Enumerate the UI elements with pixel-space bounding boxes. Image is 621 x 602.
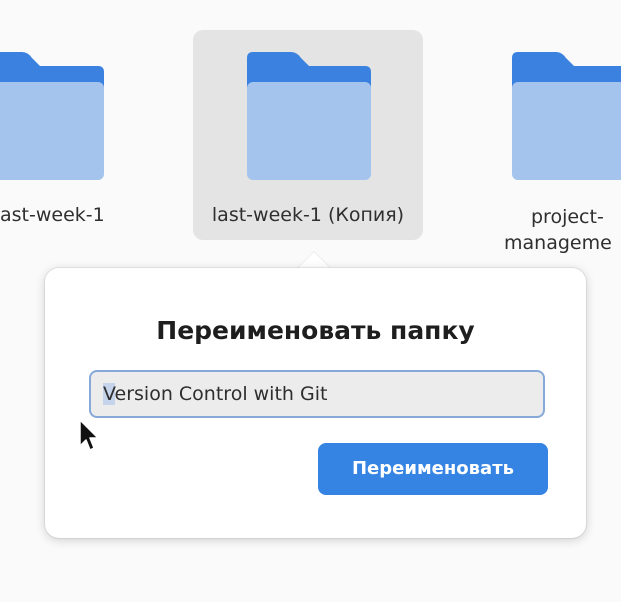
folder-item-project-management[interactable]: project- manageme	[490, 30, 621, 260]
folder-icon	[0, 52, 104, 180]
popover-title: Переименовать папку	[156, 316, 475, 345]
popover-arrow	[297, 252, 331, 269]
folder-name-input[interactable]: Version Control with Git	[89, 370, 545, 418]
rename-button[interactable]: Переименовать	[318, 443, 548, 495]
folder-icon	[247, 52, 371, 180]
selected-text: V	[103, 383, 115, 405]
folder-label: last-week-1 (Копия)	[211, 204, 405, 226]
rename-folder-popover: Переименовать папку Version Control with…	[45, 268, 586, 538]
folder-label-line-2: manageme	[504, 232, 612, 254]
folder-icon	[512, 52, 621, 180]
input-text: ersion Control with Git	[114, 383, 328, 405]
folder-item-last-week-1[interactable]: ast-week-1	[0, 30, 140, 240]
folder-item-last-week-1-copy[interactable]: last-week-1 (Копия)	[193, 30, 423, 240]
folder-label-line-1: project-	[531, 206, 604, 228]
mouse-cursor-icon	[79, 419, 99, 451]
folder-label: ast-week-1	[0, 204, 105, 226]
